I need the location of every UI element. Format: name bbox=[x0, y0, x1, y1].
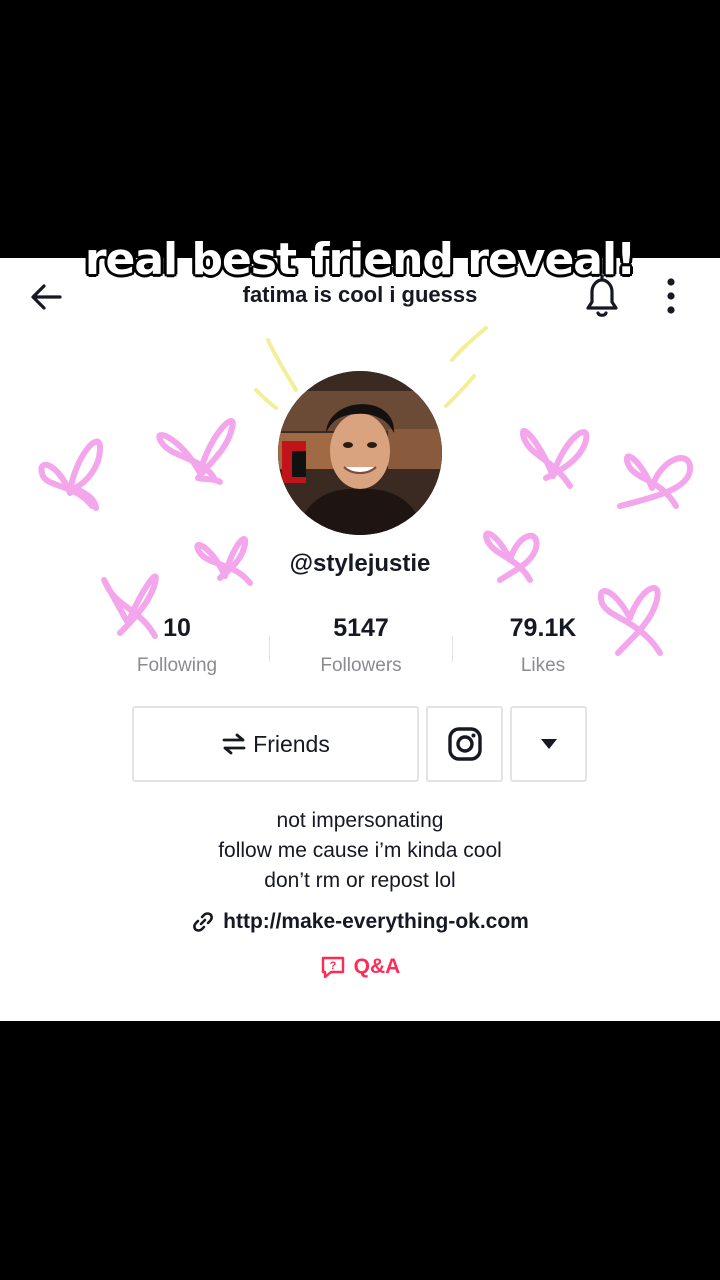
caret-down-icon bbox=[540, 739, 557, 749]
sparkle-doodle bbox=[444, 374, 476, 408]
following-label: Following bbox=[136, 655, 218, 676]
top-letterbox bbox=[0, 0, 720, 258]
following-count: 10 bbox=[163, 614, 191, 642]
more-actions-dropdown[interactable] bbox=[510, 706, 587, 782]
profile-screen: fatima is cool i guesss @stylejustie 10 … bbox=[0, 258, 720, 1021]
followers-stat[interactable]: 5147 Followers bbox=[281, 614, 441, 677]
video-caption: real best friend reveal! bbox=[84, 234, 636, 285]
bio-line: don’t rm or repost lol bbox=[264, 869, 456, 892]
qa-icon: ? bbox=[321, 956, 344, 979]
likes-count: 79.1K bbox=[509, 614, 577, 642]
friends-button[interactable]: Friends bbox=[132, 706, 419, 782]
avatar-photo bbox=[278, 371, 442, 535]
heart-doodle bbox=[156, 418, 236, 485]
following-stat[interactable]: 10 Following bbox=[97, 614, 257, 677]
instagram-icon bbox=[447, 727, 482, 761]
friends-label: Friends bbox=[253, 730, 330, 757]
qa-button[interactable]: ? Q&A bbox=[260, 954, 460, 980]
sparkle-doodle bbox=[450, 326, 488, 362]
stat-divider bbox=[269, 636, 270, 662]
followers-count: 5147 bbox=[333, 614, 389, 642]
link-url: http://make-everything-ok.com bbox=[223, 910, 529, 933]
heart-doodle bbox=[617, 453, 693, 509]
bio-line: not impersonating bbox=[276, 809, 444, 832]
heart-doodle bbox=[38, 438, 103, 511]
heart-doodle bbox=[483, 530, 540, 583]
likes-label: Likes bbox=[520, 655, 566, 676]
bio-link[interactable]: http://make-everything-ok.com bbox=[120, 910, 600, 934]
username: @stylejustie bbox=[289, 550, 431, 577]
followers-label: Followers bbox=[320, 655, 402, 676]
bio: not impersonating follow me cause i’m ki… bbox=[120, 806, 600, 896]
stat-divider bbox=[452, 636, 453, 662]
bottom-letterbox bbox=[0, 1021, 720, 1280]
likes-stat[interactable]: 79.1K Likes bbox=[463, 614, 623, 677]
heart-doodle bbox=[519, 428, 590, 489]
avatar[interactable] bbox=[278, 371, 442, 535]
sparkle-doodle bbox=[254, 388, 278, 410]
svg-text:?: ? bbox=[329, 960, 336, 972]
swap-arrows-icon bbox=[222, 733, 246, 755]
link-icon bbox=[193, 912, 214, 932]
bio-line: follow me cause i’m kinda cool bbox=[218, 839, 502, 862]
sparkle-doodle bbox=[266, 338, 298, 392]
instagram-button[interactable] bbox=[426, 706, 503, 782]
qa-label: Q&A bbox=[353, 955, 401, 978]
